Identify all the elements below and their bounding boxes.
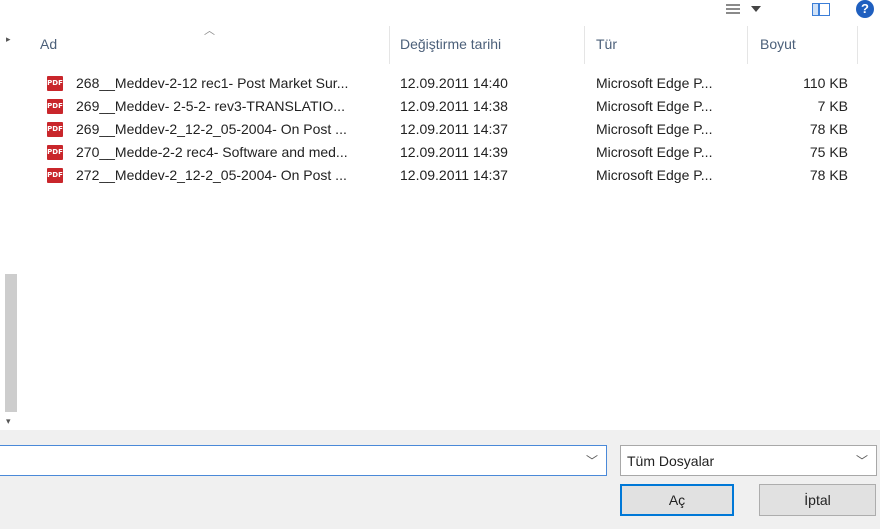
file-type: Microsoft Edge P...: [596, 121, 713, 137]
file-size: 75 KB: [809, 144, 848, 160]
open-button[interactable]: Aç: [620, 484, 734, 516]
file-size: 7 KB: [817, 98, 848, 114]
column-divider[interactable]: [389, 26, 390, 64]
scrollbar-thumb[interactable]: [5, 274, 17, 412]
column-header-type[interactable]: Tür: [596, 30, 746, 66]
file-type: Microsoft Edge P...: [596, 167, 713, 183]
pdf-file-icon: PDF: [47, 122, 63, 137]
file-date: 12.09.2011 14:40: [400, 75, 508, 91]
preview-pane-icon[interactable]: [812, 1, 830, 17]
column-header-date[interactable]: Değiştirme tarihi: [400, 30, 580, 66]
scroll-up-icon[interactable]: ▸: [6, 34, 11, 45]
file-list: ︿ Ad Değiştirme tarihi Tür Boyut PDF 268…: [20, 22, 880, 430]
table-row[interactable]: PDF 268__Meddev-2-12 rec1- Post Market S…: [20, 72, 860, 95]
column-header-row: ︿ Ad Değiştirme tarihi Tür Boyut: [20, 22, 860, 66]
column-divider[interactable]: [584, 26, 585, 64]
file-name: 270__Medde-2-2 rec4- Software and med...: [76, 144, 348, 160]
help-icon[interactable]: ?: [856, 0, 874, 18]
details-layout-icon[interactable]: [726, 2, 740, 16]
vertical-scrollbar[interactable]: ▸ ▾: [0, 22, 20, 430]
file-name: 272__Meddev-2_12-2_05-2004- On Post ...: [76, 167, 347, 183]
file-type: Microsoft Edge P...: [596, 144, 713, 160]
table-row[interactable]: PDF 272__Meddev-2_12-2_05-2004- On Post …: [20, 164, 860, 187]
file-size: 78 KB: [809, 167, 848, 183]
file-name: 269__Meddev-2_12-2_05-2004- On Post ...: [76, 121, 347, 137]
column-divider[interactable]: [857, 26, 858, 64]
table-row[interactable]: PDF 269__Meddev- 2-5-2- rev3-TRANSLATIO.…: [20, 95, 860, 118]
table-row[interactable]: PDF 270__Medde-2-2 rec4- Software and me…: [20, 141, 860, 164]
file-name: 268__Meddev-2-12 rec1- Post Market Sur..…: [76, 75, 349, 91]
pdf-file-icon: PDF: [47, 76, 63, 91]
toolbar: ?: [0, 0, 880, 22]
table-row[interactable]: PDF 269__Meddev-2_12-2_05-2004- On Post …: [20, 118, 860, 141]
column-header-name[interactable]: Ad: [40, 30, 380, 66]
file-type: Microsoft Edge P...: [596, 75, 713, 91]
file-date: 12.09.2011 14:39: [400, 144, 508, 160]
file-type-select[interactable]: Tüm Dosyalar ﹀: [620, 445, 877, 476]
file-type-selected: Tüm Dosyalar: [627, 453, 715, 469]
column-divider[interactable]: [747, 26, 748, 64]
chevron-down-icon[interactable]: ﹀: [856, 452, 868, 469]
file-date: 12.09.2011 14:38: [400, 98, 508, 114]
file-size: 78 KB: [809, 121, 848, 137]
file-size: 110 KB: [803, 75, 848, 91]
cancel-button[interactable]: İptal: [759, 484, 876, 516]
file-name: 269__Meddev- 2-5-2- rev3-TRANSLATIO...: [76, 98, 345, 114]
file-date: 12.09.2011 14:37: [400, 121, 508, 137]
file-name-input[interactable]: ﹀: [0, 445, 607, 476]
file-date: 12.09.2011 14:37: [400, 167, 508, 183]
column-header-size[interactable]: Boyut: [760, 30, 850, 66]
scroll-down-icon[interactable]: ▾: [6, 416, 11, 427]
pdf-file-icon: PDF: [47, 168, 63, 183]
view-dropdown-chevron-icon[interactable]: [751, 6, 761, 12]
pdf-file-icon: PDF: [47, 145, 63, 160]
pdf-file-icon: PDF: [47, 99, 63, 114]
file-type: Microsoft Edge P...: [596, 98, 713, 114]
chevron-down-icon[interactable]: ﹀: [586, 452, 598, 469]
